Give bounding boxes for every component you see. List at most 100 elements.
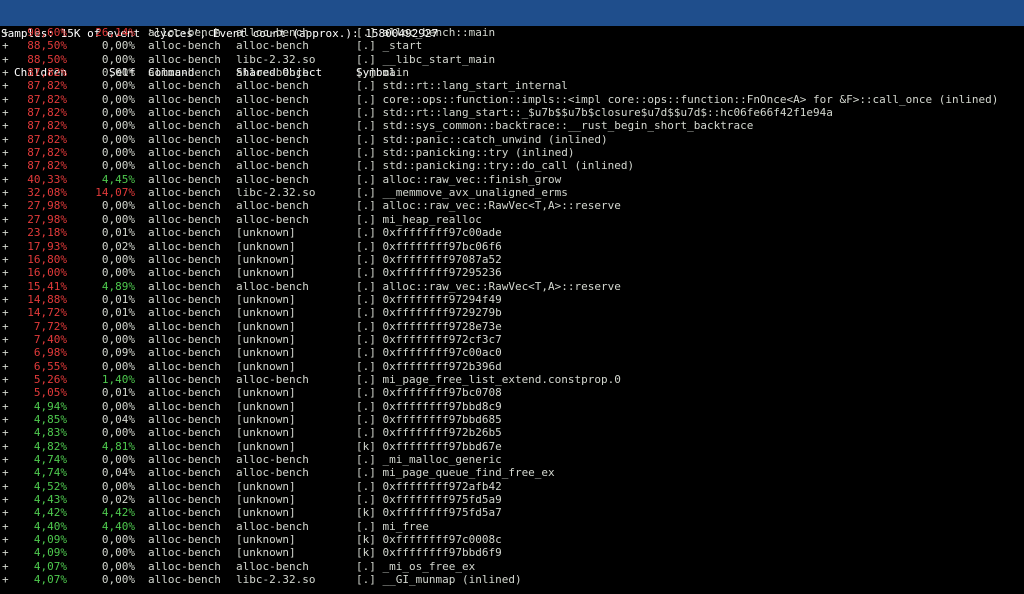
children-percent: 4,07% [33, 559, 67, 573]
expand-toggle-icon[interactable]: + [2, 426, 9, 439]
table-row[interactable]: +4,83% 0,00% alloc-bench [unknown] [.] 0xfff… [0, 426, 1024, 439]
table-row[interactable]: +6,55% 0,00% alloc-bench [unknown] [.] 0xfff… [0, 360, 1024, 373]
table-row[interactable]: +7,72% 0,00% alloc-bench [unknown] [.] 0xfff… [0, 320, 1024, 333]
expand-toggle-icon[interactable]: + [2, 573, 9, 586]
expand-toggle-icon[interactable]: + [2, 79, 9, 92]
self-percent: 0,00% [101, 252, 135, 266]
expand-toggle-icon[interactable]: + [2, 440, 9, 453]
self-percent: 14,07% [95, 186, 135, 200]
expand-toggle-icon[interactable]: + [2, 333, 9, 346]
expand-toggle-icon[interactable]: + [2, 400, 9, 413]
command-cell: alloc-bench [148, 386, 221, 400]
expand-toggle-icon[interactable]: + [2, 546, 9, 559]
expand-toggle-icon[interactable]: + [2, 93, 9, 106]
table-row[interactable]: +87,82% 0,00% alloc-bench alloc-bench [.] st… [0, 146, 1024, 159]
expand-toggle-icon[interactable]: + [2, 39, 9, 52]
expand-toggle-icon[interactable]: + [2, 453, 9, 466]
symbol-cell: [.] std::panicking::try (inlined) [356, 146, 575, 160]
table-row[interactable]: +4,42% 4,42% alloc-bench [unknown] [k] 0xfff… [0, 506, 1024, 519]
expand-toggle-icon[interactable]: + [2, 53, 9, 66]
table-row[interactable]: +4,07% 0,00% alloc-bench libc-2.32.so [.] __… [0, 573, 1024, 586]
expand-toggle-icon[interactable]: + [2, 373, 9, 386]
table-row[interactable]: +4,74% 0,00% alloc-bench alloc-bench [.] _mi… [0, 453, 1024, 466]
children-percent: 7,40% [33, 332, 67, 346]
table-row[interactable]: +4,09% 0,00% alloc-bench [unknown] [k] 0xfff… [0, 533, 1024, 546]
table-row[interactable]: +4,43% 0,02% alloc-bench [unknown] [.] 0xfff… [0, 493, 1024, 506]
symbol-cell: [.] mi_free [356, 519, 429, 533]
expand-toggle-icon[interactable]: + [2, 253, 9, 266]
table-row[interactable]: +23,18% 0,01% alloc-bench [unknown] [.] 0xff… [0, 226, 1024, 239]
expand-toggle-icon[interactable]: + [2, 413, 9, 426]
table-row[interactable]: +7,40% 0,00% alloc-bench [unknown] [.] 0xfff… [0, 333, 1024, 346]
expand-toggle-icon[interactable]: + [2, 66, 9, 79]
expand-toggle-icon[interactable]: + [2, 493, 9, 506]
expand-toggle-icon[interactable]: + [2, 119, 9, 132]
table-row[interactable]: +14,72% 0,01% alloc-bench [unknown] [.] 0xff… [0, 306, 1024, 319]
expand-toggle-icon[interactable]: + [2, 506, 9, 519]
table-row[interactable]: +4,09% 0,00% alloc-bench [unknown] [k] 0xfff… [0, 546, 1024, 559]
command-cell: alloc-bench [148, 132, 221, 146]
expand-toggle-icon[interactable]: + [2, 159, 9, 172]
expand-toggle-icon[interactable]: + [2, 280, 9, 293]
table-row[interactable]: +87,82% 0,00% alloc-bench alloc-bench [.] ma… [0, 66, 1024, 79]
expand-toggle-icon[interactable]: + [2, 466, 9, 479]
expand-toggle-icon[interactable]: + [2, 346, 9, 359]
expand-toggle-icon[interactable]: + [2, 293, 9, 306]
symbol-cell: [.] core::ops::function::impls::<impl co… [356, 92, 999, 106]
table-row[interactable]: +4,52% 0,00% alloc-bench [unknown] [.] 0xfff… [0, 480, 1024, 493]
table-row[interactable]: +32,08% 14,07% alloc-bench libc-2.32.so [.] … [0, 186, 1024, 199]
command-cell: alloc-bench [148, 79, 221, 93]
expand-toggle-icon[interactable]: + [2, 173, 9, 186]
expand-toggle-icon[interactable]: + [2, 480, 9, 493]
expand-toggle-icon[interactable]: + [2, 386, 9, 399]
table-row[interactable]: +4,40% 4,40% alloc-bench alloc-bench [.] mi_… [0, 520, 1024, 533]
table-row[interactable]: +4,82% 4,81% alloc-bench [unknown] [k] 0xfff… [0, 440, 1024, 453]
expand-toggle-icon[interactable]: + [2, 146, 9, 159]
table-row[interactable]: +5,05% 0,01% alloc-bench [unknown] [.] 0xfff… [0, 386, 1024, 399]
expand-toggle-icon[interactable]: + [2, 533, 9, 546]
table-row[interactable]: +17,93% 0,02% alloc-bench [unknown] [.] 0xff… [0, 240, 1024, 253]
expand-toggle-icon[interactable]: + [2, 320, 9, 333]
table-row[interactable]: +16,00% 0,00% alloc-bench [unknown] [.] 0xff… [0, 266, 1024, 279]
table-row[interactable]: +40,33% 4,45% alloc-bench alloc-bench [.] al… [0, 173, 1024, 186]
table-row[interactable]: +6,98% 0,09% alloc-bench [unknown] [.] 0xfff… [0, 346, 1024, 359]
children-percent: 5,26% [33, 372, 67, 386]
table-row[interactable]: +87,82% 0,00% alloc-bench alloc-bench [.] st… [0, 159, 1024, 172]
table-row[interactable]: +15,41% 4,89% alloc-bench alloc-bench [.] al… [0, 280, 1024, 293]
self-percent: 0,00% [101, 199, 135, 213]
self-percent: 0,00% [101, 106, 135, 120]
table-row[interactable]: +16,80% 0,00% alloc-bench [unknown] [.] 0xff… [0, 253, 1024, 266]
expand-toggle-icon[interactable]: + [2, 199, 9, 212]
expand-toggle-icon[interactable]: + [2, 186, 9, 199]
expand-toggle-icon[interactable]: + [2, 213, 9, 226]
expand-toggle-icon[interactable]: + [2, 520, 9, 533]
table-row[interactable]: +4,74% 0,04% alloc-bench alloc-bench [.] mi_… [0, 466, 1024, 479]
table-row[interactable]: +4,94% 0,00% alloc-bench [unknown] [.] 0xfff… [0, 400, 1024, 413]
symbol-cell: [.] mi_page_queue_find_free_ex [356, 466, 555, 480]
table-row[interactable]: +87,82% 0,00% alloc-bench alloc-bench [.] st… [0, 119, 1024, 132]
table-row[interactable]: +4,07% 0,00% alloc-bench alloc-bench [.] _mi… [0, 560, 1024, 573]
expand-toggle-icon[interactable]: + [2, 306, 9, 319]
table-row[interactable]: +14,88% 0,01% alloc-bench [unknown] [.] 0xff… [0, 293, 1024, 306]
expand-toggle-icon[interactable]: + [2, 240, 9, 253]
table-row[interactable]: +4,85% 0,04% alloc-bench [unknown] [.] 0xfff… [0, 413, 1024, 426]
expand-toggle-icon[interactable]: + [2, 106, 9, 119]
expand-toggle-icon[interactable]: + [2, 560, 9, 573]
table-row[interactable]: +27,98% 0,00% alloc-bench alloc-bench [.] mi… [0, 213, 1024, 226]
expand-toggle-icon[interactable]: + [2, 226, 9, 239]
expand-toggle-icon[interactable]: + [2, 266, 9, 279]
expand-toggle-icon[interactable]: + [2, 26, 9, 39]
table-row[interactable]: +90,60% 26,14% alloc-bench alloc-bench [.] a… [0, 26, 1024, 39]
table-row[interactable]: +88,50% 0,00% alloc-bench alloc-bench [.] _s… [0, 39, 1024, 52]
expand-toggle-icon[interactable]: + [2, 133, 9, 146]
table-row[interactable]: +5,26% 1,40% alloc-bench alloc-bench [.] mi_… [0, 373, 1024, 386]
symbol-cell: [.] __GI_munmap (inlined) [356, 573, 522, 587]
table-row[interactable]: +87,82% 0,00% alloc-bench alloc-bench [.] co… [0, 93, 1024, 106]
self-percent: 0,00% [101, 479, 135, 493]
table-row[interactable]: +87,82% 0,00% alloc-bench alloc-bench [.] st… [0, 133, 1024, 146]
table-row[interactable]: +87,82% 0,00% alloc-bench alloc-bench [.] st… [0, 106, 1024, 119]
table-row[interactable]: +88,50% 0,00% alloc-bench libc-2.32.so [.] _… [0, 53, 1024, 66]
table-row[interactable]: +27,98% 0,00% alloc-bench alloc-bench [.] al… [0, 199, 1024, 212]
expand-toggle-icon[interactable]: + [2, 360, 9, 373]
table-row[interactable]: +87,82% 0,00% alloc-bench alloc-bench [.] st… [0, 79, 1024, 92]
